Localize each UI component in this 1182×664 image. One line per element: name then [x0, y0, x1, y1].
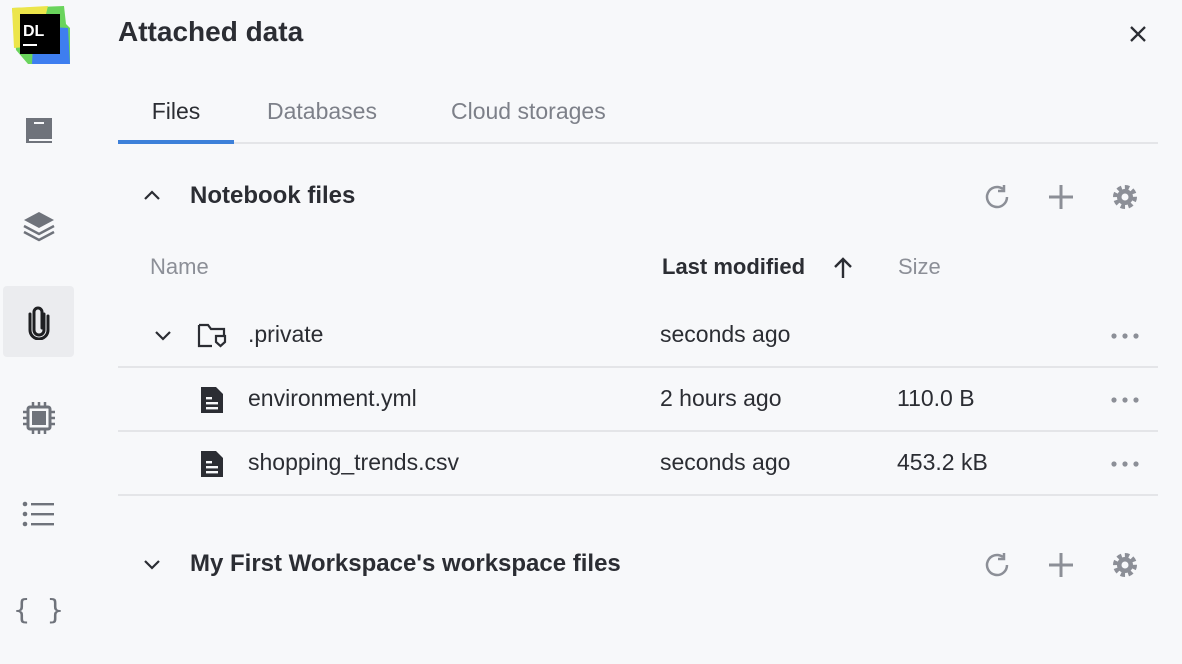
file-modified: seconds ago	[660, 449, 790, 476]
more-icon[interactable]	[1110, 396, 1140, 404]
column-header-last-modified[interactable]: Last modified	[662, 254, 805, 280]
table-row[interactable]: shopping_trends.csv seconds ago 453.2 kB	[118, 432, 1158, 496]
gear-icon[interactable]	[1110, 550, 1140, 580]
tab-files[interactable]: Files	[118, 88, 234, 144]
close-button[interactable]	[1124, 20, 1152, 48]
file-icon	[199, 386, 225, 414]
file-size: 453.2 kB	[897, 449, 988, 476]
tab-bar: Files Databases Cloud storages	[118, 88, 1158, 144]
page-title: Attached data	[118, 16, 303, 48]
column-header-name[interactable]: Name	[150, 254, 209, 280]
sidebar: DL { }	[0, 0, 76, 664]
sidebar-item-environment[interactable]	[3, 190, 74, 261]
column-header-size[interactable]: Size	[898, 254, 941, 280]
file-modified: 2 hours ago	[660, 385, 781, 412]
add-icon[interactable]	[1046, 182, 1076, 212]
book-icon	[23, 114, 55, 146]
section-workspace-files: My First Workspace's workspace files	[118, 540, 1158, 590]
refresh-icon[interactable]	[982, 182, 1012, 212]
section-title: My First Workspace's workspace files	[190, 550, 621, 578]
section-title: Notebook files	[190, 182, 355, 210]
section-notebook-files: Notebook files	[118, 172, 1158, 222]
file-name: shopping_trends.csv	[248, 449, 459, 476]
file-name: environment.yml	[248, 385, 417, 412]
braces-glyph: { }	[13, 593, 64, 626]
close-icon	[1129, 25, 1147, 43]
tab-databases[interactable]: Databases	[267, 88, 377, 144]
file-icon	[199, 450, 225, 478]
app-logo[interactable]: DL	[8, 6, 70, 64]
chip-icon	[21, 400, 57, 436]
file-modified: seconds ago	[660, 321, 790, 348]
sidebar-item-outline[interactable]	[3, 478, 74, 549]
paperclip-icon	[24, 304, 54, 340]
chevron-down-icon[interactable]	[140, 552, 164, 576]
more-icon[interactable]	[1110, 460, 1140, 468]
sort-ascending-icon[interactable]	[833, 257, 853, 279]
sidebar-item-notebook[interactable]	[3, 94, 74, 165]
refresh-icon[interactable]	[982, 550, 1012, 580]
private-folder-icon	[197, 323, 227, 349]
list-icon	[22, 499, 56, 529]
more-icon[interactable]	[1110, 332, 1140, 340]
tab-cloud-storages[interactable]: Cloud storages	[451, 88, 606, 144]
add-icon[interactable]	[1046, 550, 1076, 580]
layers-icon	[22, 209, 56, 243]
file-name: .private	[248, 321, 323, 348]
table-row[interactable]: environment.yml 2 hours ago 110.0 B	[118, 368, 1158, 432]
sidebar-item-attached-data[interactable]	[3, 286, 74, 357]
chevron-up-icon[interactable]	[140, 184, 164, 208]
logo-text: DL	[23, 23, 45, 40]
gear-icon[interactable]	[1110, 182, 1140, 212]
file-size: 110.0 B	[897, 385, 975, 412]
table-row[interactable]: .private seconds ago	[118, 304, 1158, 368]
sidebar-item-compute[interactable]	[3, 382, 74, 453]
braces-icon[interactable]: { }	[3, 574, 74, 645]
chevron-down-icon[interactable]	[153, 328, 173, 344]
